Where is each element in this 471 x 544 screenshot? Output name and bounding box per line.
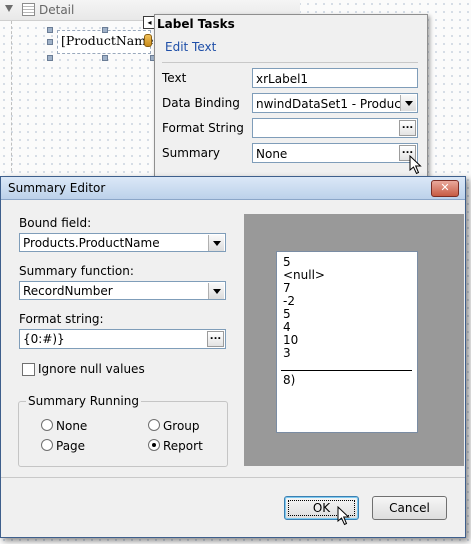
selection-handle[interactable]	[47, 27, 53, 33]
summary-running-label: Summary Running	[26, 394, 141, 408]
dropdown-arrow-icon[interactable]	[208, 235, 224, 251]
selection-handle[interactable]	[47, 39, 53, 45]
divider	[162, 62, 418, 63]
summary-function-label: Summary function:	[19, 264, 134, 278]
dialog-title: Summary Editor	[8, 181, 106, 195]
text-label: Text	[162, 71, 187, 85]
dropdown-arrow-icon[interactable]	[208, 283, 224, 299]
format-string-label: Format string:	[19, 312, 104, 326]
running-none-radio[interactable]	[41, 419, 53, 431]
bound-field-dropdown[interactable]: Products.ProductName	[19, 233, 226, 252]
mouse-cursor-icon	[337, 506, 350, 526]
running-report-radio[interactable]	[148, 439, 160, 451]
summary-running-group	[18, 401, 228, 467]
database-icon	[144, 34, 152, 47]
data-binding-dropdown[interactable]: nwindDataSet1 - Products.Pro	[252, 93, 418, 113]
preview-page: 5 <null> 7 -2 5 4 10 3 8)	[276, 251, 418, 433]
summary-label: Summary	[162, 146, 220, 160]
selection-handle[interactable]	[47, 55, 53, 61]
running-page-label[interactable]: Page	[56, 439, 85, 453]
report-label-control[interactable]: [ProductName]	[57, 30, 158, 54]
cancel-button-label: Cancel	[389, 501, 430, 515]
data-binding-value: nwindDataSet1 - Products.Pro	[256, 97, 402, 111]
format-string-label: Format String	[162, 121, 244, 135]
format-string-ellipsis-button[interactable]: ...	[207, 331, 224, 347]
summary-value: None	[256, 147, 288, 161]
cancel-button[interactable]: Cancel	[372, 496, 447, 520]
summary-function-dropdown[interactable]: RecordNumber	[19, 281, 226, 300]
summary-divider	[281, 370, 412, 371]
text-field-value: xrLabel1	[256, 72, 309, 86]
edit-text-link[interactable]: Edit Text	[165, 40, 216, 54]
running-group-label[interactable]: Group	[163, 419, 200, 433]
dropdown-arrow-icon[interactable]	[400, 95, 416, 111]
close-icon[interactable]: ✕	[431, 180, 459, 197]
format-string-field[interactable]: {0:#)} ...	[19, 329, 226, 349]
label-tasks-panel: Label Tasks Edit Text Text xrLabel1 Data…	[154, 14, 428, 178]
panel-title: Label Tasks	[157, 17, 235, 31]
footer-divider	[1, 477, 465, 478]
selection-handle[interactable]	[102, 27, 108, 33]
mouse-cursor-icon	[409, 155, 422, 175]
summary-field[interactable]: None ...	[252, 143, 418, 163]
running-report-label[interactable]: Report	[163, 439, 203, 453]
running-page-radio[interactable]	[41, 439, 53, 451]
running-none-label[interactable]: None	[56, 419, 87, 433]
data-binding-label: Data Binding	[162, 96, 240, 110]
format-string-ellipsis-button[interactable]: ...	[399, 120, 416, 136]
dialog-title-bar[interactable]: Summary Editor ✕	[1, 177, 465, 200]
band-title: Detail	[39, 3, 75, 17]
summary-editor-dialog: Summary Editor ✕ Bound field: Products.P…	[0, 176, 466, 538]
band-collapse-icon[interactable]	[5, 5, 13, 12]
selection-handle[interactable]	[102, 55, 108, 61]
summary-function-value: RecordNumber	[23, 284, 113, 298]
bound-field-value: Products.ProductName	[23, 236, 160, 250]
preview-summary-total: 8)	[283, 373, 296, 387]
ignore-null-checkbox[interactable]	[22, 363, 35, 376]
running-group-radio[interactable]	[148, 419, 160, 431]
format-string-value: {0:#)}	[23, 332, 65, 346]
bound-field-label: Bound field:	[19, 216, 92, 230]
margin-guide	[11, 21, 12, 171]
text-field[interactable]: xrLabel1	[252, 68, 418, 88]
preview-value: 3	[283, 346, 291, 360]
format-string-field[interactable]: ...	[252, 118, 418, 138]
ignore-null-label[interactable]: Ignore null values	[38, 362, 145, 376]
band-section-icon	[22, 3, 35, 16]
